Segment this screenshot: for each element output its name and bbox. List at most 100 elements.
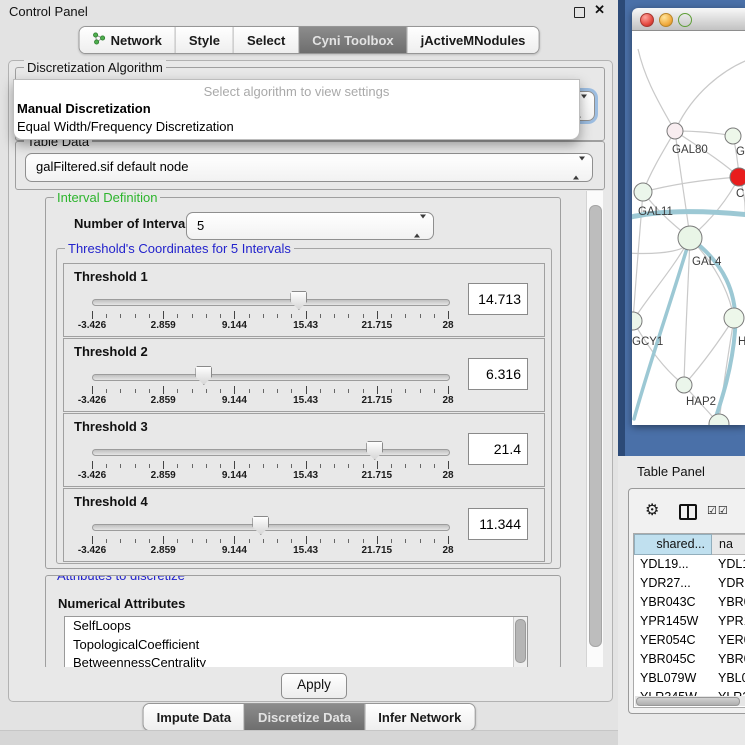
threshold-value-field[interactable]: 21.4: [468, 433, 528, 465]
network-node[interactable]: [676, 377, 692, 393]
table-row[interactable]: YBR043CYBR0: [634, 593, 745, 612]
table-data-combo[interactable]: galFiltered.sif default node: [25, 153, 593, 182]
tick-mark: [363, 539, 364, 543]
tick-mark: [420, 464, 421, 468]
slider-track[interactable]: [92, 299, 450, 306]
tab-infer-network[interactable]: Infer Network: [364, 704, 474, 730]
threshold-value-field[interactable]: 6.316: [468, 358, 528, 390]
attribute-item[interactable]: BetweennessCentrality: [65, 654, 527, 667]
network-node[interactable]: [667, 123, 683, 139]
apply-button[interactable]: Apply: [281, 673, 347, 699]
threshold-panel-3: Threshold 3 -3.4262.8599.14415.4321.7152…: [63, 413, 545, 487]
tick-mark: [149, 464, 150, 468]
tick-mark: [149, 389, 150, 393]
slider-track[interactable]: [92, 449, 450, 456]
tick-mark: [277, 539, 278, 543]
tick-label: 9.144: [222, 545, 247, 556]
tab-cyni-toolbox[interactable]: Cyni Toolbox: [298, 27, 406, 53]
node-table: shared... na YDL19...YDL1YDR27...YDR2YBR…: [633, 533, 745, 708]
window-close-button[interactable]: [640, 13, 654, 27]
attribute-item[interactable]: TopologicalCoefficient: [65, 636, 527, 655]
settings-scrollbar[interactable]: [586, 191, 603, 667]
tick-mark: [334, 314, 335, 318]
screenshot-root: Control Panel ✕ NetworkStyleSelectCyni T…: [0, 0, 745, 745]
table-row[interactable]: YDL19...YDL1: [634, 555, 745, 574]
close-icon[interactable]: ✕: [594, 2, 605, 18]
tick-label: 21.715: [362, 470, 393, 481]
gear-icon[interactable]: ⚙: [645, 500, 659, 520]
thresholds-group: Threshold's Coordinates for 5 Intervals …: [56, 248, 552, 564]
window-minimize-button[interactable]: [659, 13, 673, 27]
tick-mark: [220, 464, 221, 468]
table-row[interactable]: YBL079WYBL0: [634, 669, 745, 688]
network-window-titlebar[interactable]: [632, 8, 745, 31]
network-node[interactable]: [634, 183, 652, 201]
tick-label: 9.144: [222, 320, 247, 331]
table-row[interactable]: YDR27...YDR2: [634, 574, 745, 593]
table-panel-title: Table Panel: [637, 464, 705, 479]
tick-mark: [277, 314, 278, 318]
tick-mark: [206, 389, 207, 393]
tab-discretize-data[interactable]: Discretize Data: [244, 704, 364, 730]
checkbox-columns-icon[interactable]: ☑☑: [707, 504, 729, 517]
tab-style[interactable]: Style: [175, 27, 233, 53]
tab-label: jActiveMNodules: [421, 33, 526, 48]
column-header-shared-name[interactable]: shared...: [634, 534, 712, 555]
split-columns-icon[interactable]: [679, 504, 697, 520]
tick-mark: [263, 539, 264, 543]
tick-mark: [149, 539, 150, 543]
network-node[interactable]: [730, 168, 745, 186]
threshold-value-field[interactable]: 14.713: [468, 283, 528, 315]
slider-thumb[interactable]: [195, 366, 212, 385]
list-scrollbar-thumb[interactable]: [515, 619, 526, 663]
table-horizontal-scrollbar[interactable]: [635, 696, 745, 706]
slider-thumb[interactable]: [252, 516, 269, 535]
tick-label: -3.426: [78, 545, 106, 556]
list-scrollbar[interactable]: [513, 617, 527, 667]
slider-scale: [92, 386, 449, 394]
slider-scale: [92, 311, 449, 319]
column-header-name[interactable]: na: [712, 534, 745, 555]
threshold-value-field[interactable]: 11.344: [468, 508, 528, 540]
tab-network[interactable]: Network: [80, 27, 175, 53]
window-zoom-button[interactable]: [678, 13, 692, 27]
thresholds-group-label: Threshold's Coordinates for 5 Intervals: [65, 241, 294, 256]
tab-jactivemnodules[interactable]: jActiveMNodules: [407, 27, 539, 53]
network-node[interactable]: [632, 312, 642, 330]
number-of-intervals-combo[interactable]: 5: [186, 212, 434, 240]
tick-mark: [448, 536, 449, 544]
settings-scrollbar-thumb[interactable]: [589, 205, 602, 647]
attribute-item[interactable]: SelfLoops: [65, 617, 527, 636]
tick-mark: [334, 389, 335, 393]
tick-mark: [149, 314, 150, 318]
network-node-label: GCY1: [632, 336, 663, 348]
tick-mark: [434, 314, 435, 318]
network-node[interactable]: [678, 226, 702, 250]
table-row[interactable]: YBR045CYBR0: [634, 650, 745, 669]
tick-label: 2.859: [151, 545, 176, 556]
network-node-label: G: [736, 146, 745, 158]
network-node[interactable]: [724, 308, 744, 328]
tick-label: 28: [442, 320, 453, 331]
tick-mark: [334, 464, 335, 468]
dropdown-item-equal-width-frequency[interactable]: Equal Width/Frequency Discretization: [14, 118, 579, 135]
table-hscroll-thumb[interactable]: [636, 697, 740, 706]
table-row[interactable]: YPR145WYPR1: [634, 612, 745, 631]
tick-mark: [448, 386, 449, 394]
tab-impute-data[interactable]: Impute Data: [144, 704, 244, 730]
tick-mark: [177, 464, 178, 468]
table-row[interactable]: YER054CYER0: [634, 631, 745, 650]
table-row[interactable]: YIL052CYIL0: [634, 707, 745, 708]
slider-track[interactable]: [92, 524, 450, 531]
combo-spinner-icon[interactable]: [573, 160, 585, 175]
combo-spinner-icon[interactable]: [414, 219, 426, 234]
dropdown-item-manual-discretization[interactable]: Manual Discretization: [14, 100, 579, 117]
threshold-panel-2: Threshold 2 -3.4262.8599.14415.4321.7152…: [63, 338, 545, 412]
float-window-icon[interactable]: [574, 7, 585, 18]
tab-select[interactable]: Select: [233, 27, 298, 53]
slider-thumb[interactable]: [366, 441, 383, 460]
slider-thumb[interactable]: [290, 291, 307, 310]
network-canvas[interactable]: GAL80GCGAL11GAL4GCY1HHAP2: [632, 31, 745, 425]
slider-track[interactable]: [92, 374, 450, 381]
network-node[interactable]: [725, 128, 741, 144]
